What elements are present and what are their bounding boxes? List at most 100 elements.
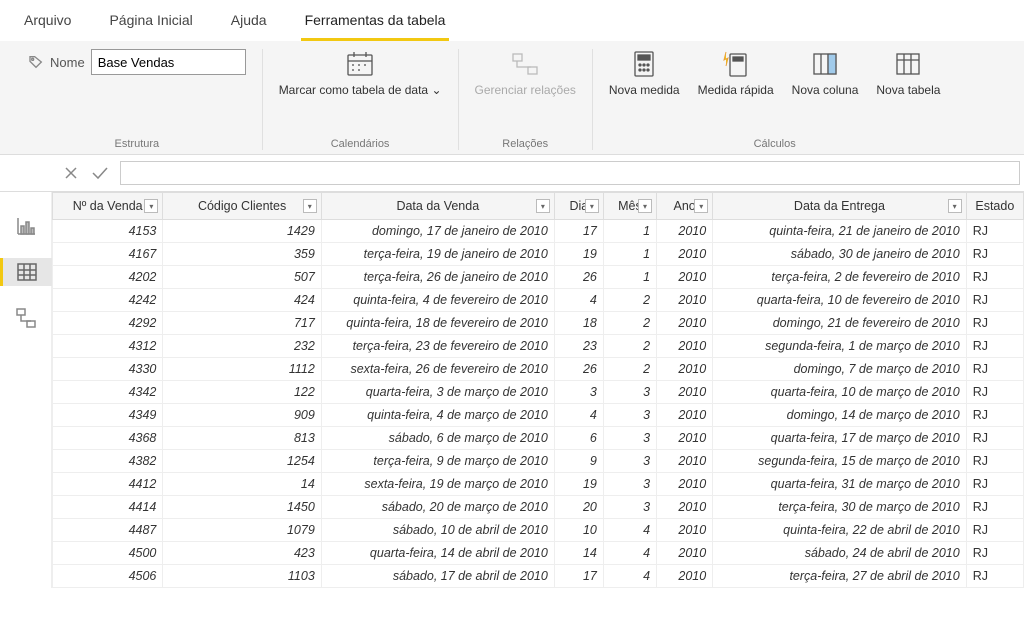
cell-data-entrega[interactable]: terça-feira, 2 de fevereiro de 2010	[713, 266, 966, 289]
col-dia[interactable]: Dia▾	[554, 193, 603, 220]
cell-mes[interactable]: 2	[603, 312, 656, 335]
cell-codigo[interactable]: 359	[163, 243, 321, 266]
cell-mes[interactable]: 2	[603, 335, 656, 358]
col-data-entrega[interactable]: Data da Entrega▾	[713, 193, 966, 220]
gerenciar-relacoes-button[interactable]: Gerenciar relações	[475, 49, 576, 99]
cell-dia[interactable]: 17	[554, 565, 603, 588]
table-row[interactable]: 441214sexta-feira, 19 de março de 201019…	[53, 473, 1024, 496]
cell-n-venda[interactable]: 4330	[53, 358, 163, 381]
cell-estado[interactable]: RJ	[966, 404, 1023, 427]
cell-mes[interactable]: 1	[603, 220, 656, 243]
table-row[interactable]: 4368813sábado, 6 de março de 2010632010q…	[53, 427, 1024, 450]
cell-dia[interactable]: 19	[554, 243, 603, 266]
cell-mes[interactable]: 3	[603, 427, 656, 450]
cell-estado[interactable]: RJ	[966, 335, 1023, 358]
cell-codigo[interactable]: 717	[163, 312, 321, 335]
cell-data-entrega[interactable]: segunda-feira, 1 de março de 2010	[713, 335, 966, 358]
table-row[interactable]: 4349909quinta-feira, 4 de março de 20104…	[53, 404, 1024, 427]
cell-estado[interactable]: RJ	[966, 381, 1023, 404]
cell-estado[interactable]: RJ	[966, 358, 1023, 381]
cell-data-entrega[interactable]: sábado, 30 de janeiro de 2010	[713, 243, 966, 266]
table-row[interactable]: 44141450sábado, 20 de março de 201020320…	[53, 496, 1024, 519]
cell-data-venda[interactable]: quinta-feira, 18 de fevereiro de 2010	[321, 312, 554, 335]
filter-dropdown-icon[interactable]: ▾	[948, 199, 962, 213]
cell-n-venda[interactable]: 4292	[53, 312, 163, 335]
cell-estado[interactable]: RJ	[966, 450, 1023, 473]
cell-ano[interactable]: 2010	[657, 289, 713, 312]
cell-estado[interactable]: RJ	[966, 266, 1023, 289]
cancel-icon[interactable]	[62, 164, 80, 182]
cell-estado[interactable]: RJ	[966, 519, 1023, 542]
cell-mes[interactable]: 1	[603, 243, 656, 266]
cell-n-venda[interactable]: 4312	[53, 335, 163, 358]
cell-ano[interactable]: 2010	[657, 312, 713, 335]
cell-dia[interactable]: 14	[554, 542, 603, 565]
cell-ano[interactable]: 2010	[657, 381, 713, 404]
cell-data-entrega[interactable]: quarta-feira, 10 de março de 2010	[713, 381, 966, 404]
cell-data-venda[interactable]: terça-feira, 9 de março de 2010	[321, 450, 554, 473]
cell-codigo[interactable]: 507	[163, 266, 321, 289]
cell-codigo[interactable]: 232	[163, 335, 321, 358]
cell-data-venda[interactable]: terça-feira, 26 de janeiro de 2010	[321, 266, 554, 289]
cell-data-venda[interactable]: quarta-feira, 3 de março de 2010	[321, 381, 554, 404]
table-row[interactable]: 4312232terça-feira, 23 de fevereiro de 2…	[53, 335, 1024, 358]
cell-n-venda[interactable]: 4487	[53, 519, 163, 542]
cell-n-venda[interactable]: 4368	[53, 427, 163, 450]
medida-rapida-button[interactable]: Medida rápida	[698, 49, 774, 99]
cell-mes[interactable]: 1	[603, 266, 656, 289]
cell-mes[interactable]: 4	[603, 565, 656, 588]
cell-ano[interactable]: 2010	[657, 542, 713, 565]
cell-codigo[interactable]: 1079	[163, 519, 321, 542]
cell-data-entrega[interactable]: domingo, 21 de fevereiro de 2010	[713, 312, 966, 335]
cell-dia[interactable]: 4	[554, 289, 603, 312]
tab-ajuda[interactable]: Ajuda	[227, 6, 271, 41]
cell-estado[interactable]: RJ	[966, 289, 1023, 312]
table-row[interactable]: 4167359terça-feira, 19 de janeiro de 201…	[53, 243, 1024, 266]
table-row[interactable]: 45061103sábado, 17 de abril de 201017420…	[53, 565, 1024, 588]
cell-data-entrega[interactable]: terça-feira, 30 de março de 2010	[713, 496, 966, 519]
cell-estado[interactable]: RJ	[966, 312, 1023, 335]
cell-dia[interactable]: 3	[554, 381, 603, 404]
cell-data-entrega[interactable]: quinta-feira, 22 de abril de 2010	[713, 519, 966, 542]
cell-data-entrega[interactable]: quinta-feira, 21 de janeiro de 2010	[713, 220, 966, 243]
nova-tabela-button[interactable]: Nova tabela	[876, 49, 940, 99]
cell-estado[interactable]: RJ	[966, 243, 1023, 266]
cell-estado[interactable]: RJ	[966, 565, 1023, 588]
cell-data-venda[interactable]: sexta-feira, 26 de fevereiro de 2010	[321, 358, 554, 381]
cell-dia[interactable]: 18	[554, 312, 603, 335]
tab-pagina-inicial[interactable]: Página Inicial	[105, 6, 196, 41]
cell-n-venda[interactable]: 4382	[53, 450, 163, 473]
cell-data-entrega[interactable]: segunda-feira, 15 de março de 2010	[713, 450, 966, 473]
filter-dropdown-icon[interactable]: ▾	[585, 199, 599, 213]
cell-ano[interactable]: 2010	[657, 335, 713, 358]
cell-n-venda[interactable]: 4500	[53, 542, 163, 565]
cell-dia[interactable]: 4	[554, 404, 603, 427]
cell-data-venda[interactable]: sábado, 17 de abril de 2010	[321, 565, 554, 588]
cell-n-venda[interactable]: 4202	[53, 266, 163, 289]
cell-data-venda[interactable]: sexta-feira, 19 de março de 2010	[321, 473, 554, 496]
cell-ano[interactable]: 2010	[657, 427, 713, 450]
cell-n-venda[interactable]: 4412	[53, 473, 163, 496]
cell-data-venda[interactable]: sábado, 20 de março de 2010	[321, 496, 554, 519]
cell-ano[interactable]: 2010	[657, 450, 713, 473]
col-n-venda[interactable]: Nº da Venda▾	[53, 193, 163, 220]
cell-n-venda[interactable]: 4342	[53, 381, 163, 404]
table-row[interactable]: 43821254terça-feira, 9 de março de 20109…	[53, 450, 1024, 473]
cell-data-entrega[interactable]: sábado, 24 de abril de 2010	[713, 542, 966, 565]
cell-codigo[interactable]: 1450	[163, 496, 321, 519]
cell-dia[interactable]: 19	[554, 473, 603, 496]
table-row[interactable]: 4500423quarta-feira, 14 de abril de 2010…	[53, 542, 1024, 565]
cell-data-venda[interactable]: quarta-feira, 14 de abril de 2010	[321, 542, 554, 565]
col-codigo[interactable]: Código Clientes▾	[163, 193, 321, 220]
table-row[interactable]: 41531429domingo, 17 de janeiro de 201017…	[53, 220, 1024, 243]
cell-data-entrega[interactable]: domingo, 14 de março de 2010	[713, 404, 966, 427]
cell-data-entrega[interactable]: domingo, 7 de março de 2010	[713, 358, 966, 381]
cell-codigo[interactable]: 14	[163, 473, 321, 496]
cell-data-venda[interactable]: domingo, 17 de janeiro de 2010	[321, 220, 554, 243]
cell-dia[interactable]: 26	[554, 358, 603, 381]
cell-mes[interactable]: 3	[603, 381, 656, 404]
cell-mes[interactable]: 4	[603, 519, 656, 542]
cell-n-venda[interactable]: 4349	[53, 404, 163, 427]
cell-dia[interactable]: 9	[554, 450, 603, 473]
tab-arquivo[interactable]: Arquivo	[20, 6, 75, 41]
